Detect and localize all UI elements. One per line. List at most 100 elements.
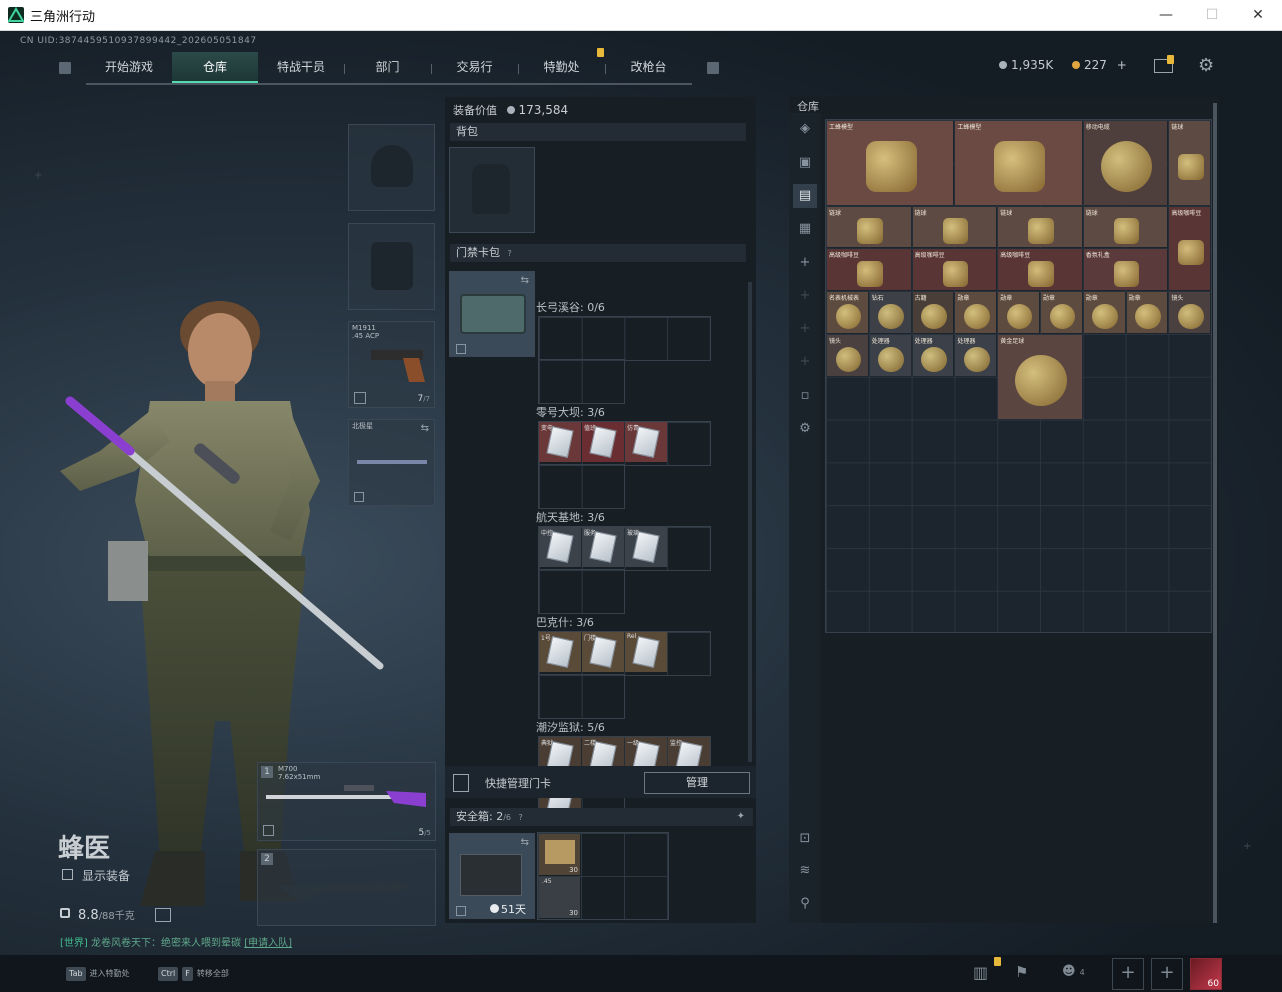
stash-item[interactable]: 链球: [1083, 206, 1168, 248]
access-card-item[interactable]: 1号: [539, 632, 581, 672]
tab-operators[interactable]: 特战干员: [258, 52, 344, 83]
swap-icon[interactable]: ⇆: [521, 275, 529, 286]
stash-scrollbar[interactable]: [1213, 103, 1217, 923]
flag-icon[interactable]: ⚑: [1015, 963, 1028, 981]
world-chat-line[interactable]: [世界] 龙卷风卷天下：绝密来人喂到晕碳 [申请入队]: [60, 934, 292, 949]
safebox-slot[interactable]: ⇆ 51天: [449, 833, 535, 919]
chat-join-link[interactable]: [申请入队]: [244, 938, 292, 949]
stash-item[interactable]: 工蜂模型: [827, 121, 954, 205]
access-card-item[interactable]: Rel: [625, 632, 667, 672]
stash-item[interactable]: 移动电缆: [1083, 121, 1168, 205]
access-card-item[interactable]: 值班: [582, 422, 624, 462]
show-equipment-checkbox[interactable]: [62, 869, 73, 880]
stash-item[interactable]: 链球: [912, 206, 997, 248]
help-icon[interactable]: ?: [519, 813, 523, 822]
stash-item[interactable]: 名表机械表: [827, 292, 868, 333]
stash-item[interactable]: 处理器: [955, 335, 997, 376]
primary-weapon-slot[interactable]: 1 M700 7.62x51mm 5/5: [257, 762, 436, 841]
manage-button[interactable]: 管理: [644, 772, 750, 794]
card-section-label: 航天基地: 3/6: [536, 511, 605, 524]
hint-enter-special-ops[interactable]: Tab 进入特勤处: [66, 967, 130, 981]
stash-item[interactable]: 古籍: [912, 292, 954, 333]
stash-item[interactable]: 勋章: [955, 292, 997, 333]
stash-item[interactable]: 链球: [827, 206, 911, 248]
stash-item[interactable]: 链球: [998, 206, 1082, 248]
stash-tab-tv-icon[interactable]: ▣: [793, 151, 817, 175]
layers-icon[interactable]: ≋: [793, 859, 817, 883]
add-tab-icon[interactable]: +: [793, 350, 817, 374]
stash-item[interactable]: 高级咖啡豆: [912, 249, 997, 291]
safebox-item-ammo-box[interactable]: 30: [539, 834, 580, 875]
stash-item-icon: [1100, 141, 1153, 193]
tab-trading[interactable]: 交易行: [431, 52, 518, 83]
stash-item[interactable]: 高级咖啡豆: [1169, 206, 1211, 291]
stash-item[interactable]: 处理器: [869, 335, 911, 376]
stats-icon[interactable]: ▥: [973, 963, 988, 982]
stash-item[interactable]: 镜头: [827, 335, 868, 376]
friends-button[interactable]: ☻ 4: [1062, 964, 1085, 979]
swap-icon[interactable]: ⇆: [421, 423, 429, 434]
access-card-item[interactable]: 玻璃: [625, 527, 667, 567]
stash-item-icon: [921, 303, 947, 330]
stash-item[interactable]: 香氛礼盒: [1083, 249, 1168, 291]
stash-item[interactable]: 勋章: [998, 292, 1039, 333]
stash-item[interactable]: 高级咖啡豆: [998, 249, 1082, 291]
card-bag-slot[interactable]: ⇆: [449, 271, 535, 357]
access-card-item[interactable]: 门楼: [582, 632, 624, 672]
stash-settings-icon[interactable]: ⚙: [793, 417, 817, 441]
team-slot-add-button[interactable]: +: [1112, 958, 1144, 990]
add-tab-icon[interactable]: +: [793, 251, 817, 275]
settings-gear-icon[interactable]: ⚙: [1198, 55, 1214, 76]
sort-icon[interactable]: ⊡: [793, 827, 817, 851]
stash-item[interactable]: 勋章: [1083, 292, 1125, 333]
weight-detail-icon[interactable]: [155, 908, 171, 922]
filter-icon[interactable]: ⚲: [793, 892, 817, 916]
team-slot-add-button[interactable]: +: [1151, 958, 1183, 990]
stash-item[interactable]: 黄金足球: [998, 335, 1082, 419]
access-card-item[interactable]: 中控: [539, 527, 581, 567]
stash-item[interactable]: 镜头: [1169, 292, 1211, 333]
card-scrollbar[interactable]: [748, 282, 752, 762]
player-avatar[interactable]: 60: [1190, 958, 1222, 990]
tab-start-game[interactable]: 开始游戏: [86, 52, 172, 83]
stash-tab-all-icon[interactable]: ◈: [793, 117, 817, 141]
secondary-weapon-slot[interactable]: 2: [257, 849, 436, 926]
helmet-slot[interactable]: [348, 124, 435, 211]
nav-next-icon[interactable]: [707, 62, 719, 74]
add-tab-icon[interactable]: +: [793, 317, 817, 341]
swap-icon[interactable]: ⇆: [521, 837, 529, 848]
help-icon[interactable]: ?: [508, 249, 512, 258]
maximize-button[interactable]: ☐: [1189, 0, 1235, 30]
stash-item[interactable]: 勋章: [1126, 292, 1168, 333]
access-card-item[interactable]: 仿青: [625, 422, 667, 462]
access-card-item[interactable]: 服务: [582, 527, 624, 567]
stash-item[interactable]: 勋章: [1041, 292, 1082, 333]
add-tab-icon[interactable]: +: [793, 284, 817, 308]
add-currency-button[interactable]: +: [1117, 58, 1127, 72]
melee-slot[interactable]: 北极星 ⇆: [348, 419, 435, 506]
access-card-item[interactable]: 变电: [539, 422, 581, 462]
tab-department[interactable]: 部门: [344, 52, 431, 83]
safebox-item-ammo[interactable]: .45 30: [539, 877, 580, 918]
currency-bonds[interactable]: 227 +: [1072, 58, 1127, 72]
lock-icon[interactable]: ▫: [793, 384, 817, 408]
stash-item[interactable]: 处理器: [912, 335, 954, 376]
minimize-button[interactable]: —: [1143, 0, 1189, 30]
stash-item-name: 钻石: [871, 295, 884, 303]
close-button[interactable]: ✕: [1235, 0, 1281, 30]
pin-icon[interactable]: ✦: [737, 808, 745, 826]
pistol-slot[interactable]: M1911.45 ACP 7/7: [348, 321, 435, 408]
hint-transfer-all[interactable]: Ctrl F 转移全部: [158, 967, 229, 981]
tab-gunsmith[interactable]: 改枪台: [605, 52, 692, 83]
tab-warehouse[interactable]: 仓库: [172, 52, 258, 83]
backpack-slot[interactable]: [449, 147, 535, 233]
armor-slot[interactable]: [348, 223, 435, 310]
tab-special-ops[interactable]: 特勤处: [518, 52, 605, 83]
stash-tab-image-icon[interactable]: ▦: [793, 217, 817, 241]
stash-item[interactable]: 钻石: [869, 292, 911, 333]
stash-item[interactable]: 高级咖啡豆: [827, 249, 911, 291]
stash-tab-active-icon[interactable]: ▤: [793, 184, 817, 208]
nav-prev-icon[interactable]: [59, 62, 71, 74]
stash-item[interactable]: 链球: [1169, 121, 1211, 205]
stash-item[interactable]: 工蜂模型: [955, 121, 1082, 205]
